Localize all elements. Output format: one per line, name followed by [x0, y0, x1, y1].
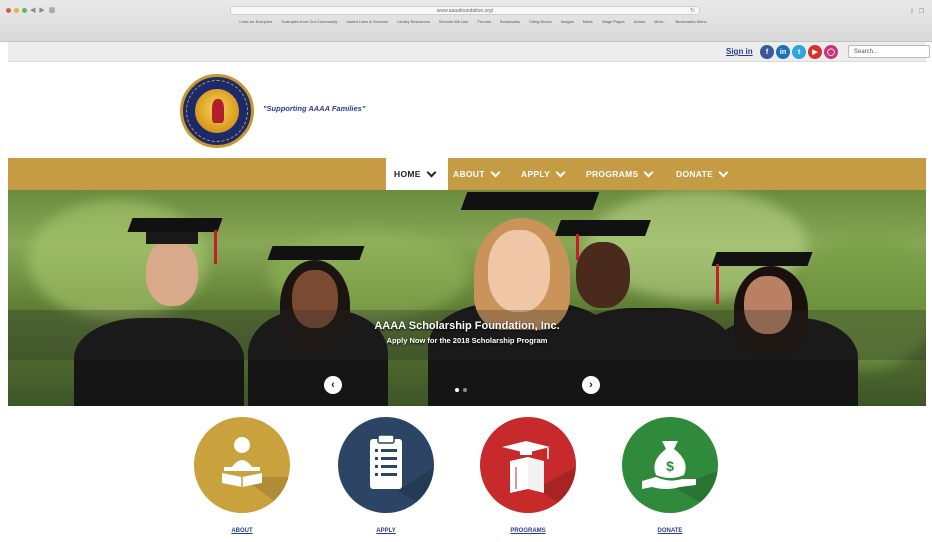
browser-nav-buttons: ◀ ▶ ▦ [30, 6, 55, 14]
svg-text:$: $ [666, 458, 674, 474]
nav-item-label: ABOUT [453, 169, 485, 179]
logo[interactable] [180, 74, 254, 148]
bookmark-item[interactable]: Examples from Our Community [281, 19, 337, 24]
about-feature[interactable] [194, 417, 290, 513]
bookmark-item[interactable]: Forums [477, 19, 491, 24]
next-slide-icon[interactable]: › [582, 376, 600, 394]
apply-feature[interactable] [338, 417, 434, 513]
bookmark-item[interactable]: Library Resources [397, 19, 429, 24]
bookmark-item[interactable]: Schools We Like [439, 19, 469, 24]
nav-item-label: PROGRAMS [586, 169, 639, 179]
slide-indicators [455, 388, 467, 392]
nav-home-highlight: HOME [386, 158, 448, 190]
site-top-bar: Sign in f in t ▶ ◯ Search... [8, 42, 930, 62]
facebook-icon[interactable]: f [760, 45, 774, 59]
donate-feature[interactable]: $ [622, 417, 718, 513]
nav-item-programs[interactable]: PROGRAMS [586, 158, 654, 190]
nav-item-apply[interactable]: APPLY [521, 158, 566, 190]
bookmarks-bar: Links for Everyone Examples from Our Comm… [238, 19, 708, 24]
search-placeholder: Search... [854, 49, 879, 55]
bookmark-item[interactable]: Bookmarks [500, 19, 520, 24]
programs-feature[interactable] [480, 417, 576, 513]
bookmark-item[interactable]: Useful Links & Services [346, 19, 388, 24]
tagline: "Supporting AAAA Families" [263, 104, 366, 113]
slide-dot[interactable] [463, 388, 467, 392]
browser-actions: ⇧ ❐ [910, 8, 924, 15]
back-icon[interactable]: ◀ [30, 6, 35, 14]
close-window-button[interactable] [6, 8, 11, 13]
linkedin-icon[interactable]: in [776, 45, 790, 59]
apply-link[interactable]: APPLY [356, 528, 416, 534]
logo-figure-icon [212, 99, 224, 123]
bookmark-item[interactable]: Images [561, 19, 574, 24]
clipboard-icon [370, 434, 434, 513]
bookmark-item[interactable]: More... [654, 19, 666, 24]
programs-link[interactable]: PROGRAMS [498, 528, 558, 534]
nav-item-label: HOME [394, 169, 421, 179]
nav-item-about[interactable]: ABOUT [453, 158, 501, 190]
forward-icon[interactable]: ▶ [39, 6, 44, 14]
nav-item-home[interactable]: HOME [394, 158, 437, 190]
search-input[interactable]: Search... [848, 45, 930, 58]
slide-dot[interactable] [455, 388, 459, 392]
logo-seal [193, 87, 241, 135]
chevron-down-icon [644, 167, 654, 177]
youtube-icon[interactable]: ▶ [808, 45, 822, 59]
tabs-icon[interactable]: ❐ [919, 8, 924, 15]
sidebar-icon[interactable]: ▦ [49, 6, 56, 14]
bookmark-item[interactable]: Bookmarks Menu [676, 19, 707, 24]
site-header: "Supporting AAAA Families" [8, 62, 926, 158]
bookmark-item[interactable]: Citing Works [529, 19, 552, 24]
instagram-icon[interactable]: ◯ [824, 45, 838, 59]
hero-title: AAAA Scholarship Foundation, Inc. [374, 320, 560, 332]
minimize-window-button[interactable] [14, 8, 19, 13]
chevron-down-icon [426, 167, 437, 177]
bookmark-item[interactable]: Admin [634, 19, 645, 24]
address-bar[interactable]: www.aaaafoundation.org/ ↻ [230, 6, 700, 15]
chevron-down-icon [555, 167, 566, 177]
feature-links: $ ABOUT APPLY PROGRAMS DONATE [8, 406, 926, 542]
chevron-down-icon [490, 167, 501, 177]
sign-in-link[interactable]: Sign in [726, 47, 753, 56]
nav-item-label: APPLY [521, 169, 551, 179]
window-controls[interactable] [6, 8, 27, 13]
previous-slide-icon[interactable]: ‹ [324, 376, 342, 394]
zoom-window-button[interactable] [22, 8, 27, 13]
bookmark-item[interactable]: Links for Everyone [239, 19, 272, 24]
main-nav: HOME ABOUT APPLY PROGRAMS DONATE [8, 158, 926, 190]
bookmark-item[interactable]: News [583, 19, 593, 24]
caption-band [8, 310, 926, 360]
browser-chrome: ◀ ▶ ▦ www.aaaafoundation.org/ ↻ Links fo… [0, 0, 932, 42]
bookmark-item[interactable]: Stage Pages [602, 19, 625, 24]
chevron-down-icon [718, 167, 729, 177]
hero-subtitle: Apply Now for the 2018 Scholarship Progr… [386, 336, 548, 345]
reload-icon[interactable]: ↻ [690, 7, 695, 15]
graduation-books-icon [502, 441, 576, 513]
about-link[interactable]: ABOUT [212, 528, 272, 534]
nav-item-donate[interactable]: DONATE [676, 158, 729, 190]
reader-book-icon [222, 437, 290, 513]
share-icon[interactable]: ⇧ [910, 8, 915, 15]
social-links: f in t ▶ ◯ [760, 45, 838, 59]
money-bag-hand-icon: $ [642, 441, 718, 513]
donate-link[interactable]: DONATE [640, 528, 700, 534]
hero-slider: AAAA Scholarship Foundation, Inc. Apply … [8, 190, 926, 406]
twitter-icon[interactable]: t [792, 45, 806, 59]
nav-item-label: DONATE [676, 169, 714, 179]
address-text: www.aaaafoundation.org/ [436, 8, 494, 14]
